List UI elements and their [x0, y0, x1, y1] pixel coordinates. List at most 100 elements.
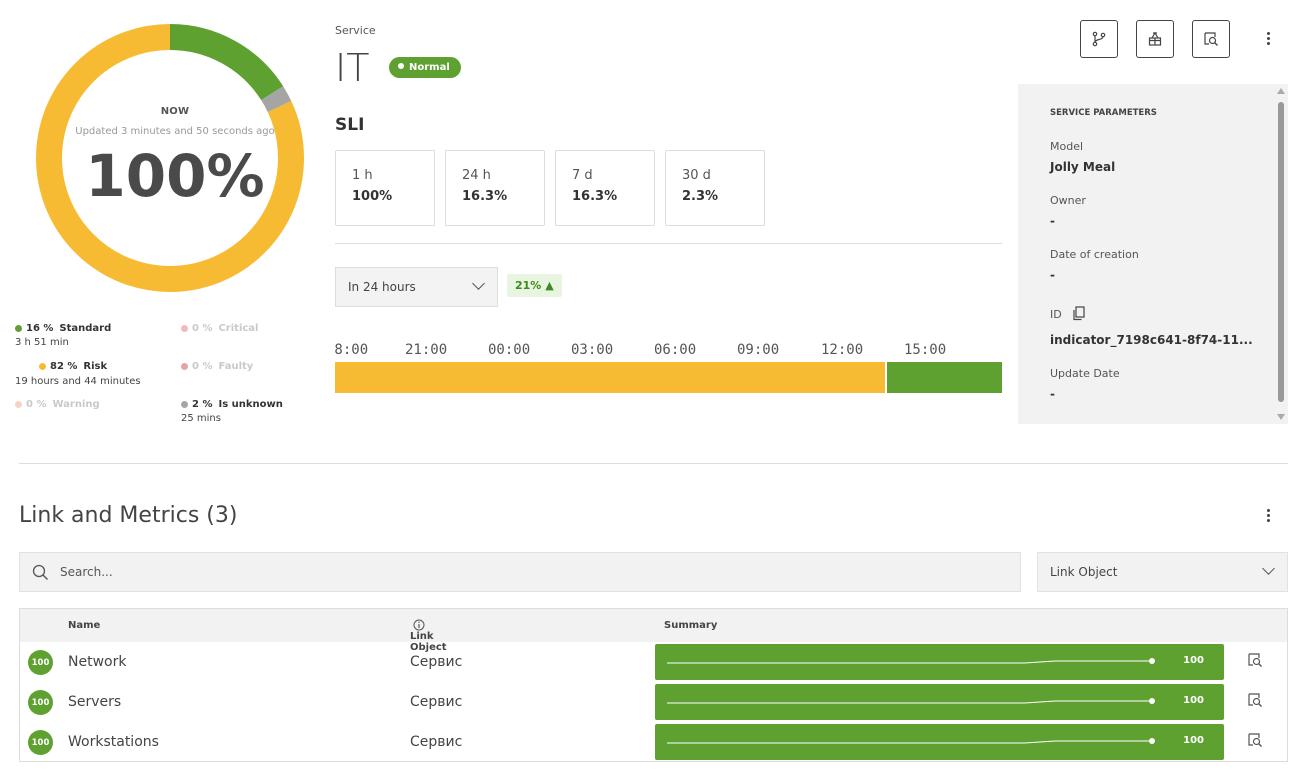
link-object-select-value: Link Object — [1050, 565, 1118, 579]
sparkline — [667, 698, 1155, 704]
donut-now-label: NOW — [160, 106, 190, 117]
legend-label: Faulty — [218, 361, 254, 372]
score-badge: 100 — [28, 690, 53, 715]
time-tick: 12:00 — [821, 342, 864, 358]
timeline-segment-risk — [335, 362, 885, 393]
legend-duration: 25 mins — [181, 413, 221, 424]
sli-card-24h: 24 h 16.3% — [445, 150, 545, 226]
status-badge: Normal — [389, 57, 461, 78]
table-row[interactable]: 100 Workstations Сервис 100 — [20, 722, 1287, 762]
legend-critical: 0 % Critical — [181, 323, 264, 334]
sli-value: 16.3% — [572, 189, 618, 204]
service-parameters-panel: SERVICE PARAMETERS Model Jolly Meal Owne… — [1018, 84, 1288, 424]
section-divider — [19, 463, 1288, 464]
chevron-down-icon — [1262, 562, 1275, 575]
sli-period: 30 d — [682, 168, 711, 183]
sparkline — [667, 738, 1155, 744]
sli-period: 1 h — [352, 168, 373, 183]
owner-value: - — [1050, 214, 1055, 228]
legend-dot-icon — [181, 400, 188, 408]
inspect-icon — [1248, 653, 1262, 667]
column-name[interactable]: Name — [68, 620, 100, 631]
branch-icon — [1092, 31, 1106, 47]
row-name[interactable]: Workstations — [68, 734, 159, 750]
inspect-icon — [1248, 693, 1262, 707]
row-name[interactable]: Network — [68, 654, 126, 670]
more-icon — [1266, 32, 1270, 45]
sli-value: 16.3% — [462, 189, 508, 204]
time-tick: 18:00 — [335, 342, 369, 358]
score-badge: 100 — [28, 730, 53, 755]
sli-value: 100% — [352, 189, 393, 204]
search-placeholder: Search... — [60, 565, 113, 579]
package-icon — [1148, 31, 1162, 46]
summary-value: 100 — [1183, 695, 1204, 706]
sli-period: 24 h — [462, 168, 491, 183]
links-section-title: Link and Metrics (3) — [19, 503, 238, 528]
inspect-row-button[interactable] — [1247, 652, 1263, 672]
row-link-object: Сервис — [410, 654, 463, 670]
inspect-icon — [1248, 733, 1262, 747]
column-summary[interactable]: Summary — [664, 620, 717, 631]
inspect-row-button[interactable] — [1247, 732, 1263, 752]
model-value: Jolly Meal — [1050, 160, 1116, 174]
trend-badge: 21% ▲ — [507, 274, 562, 297]
row-name[interactable]: Servers — [68, 694, 121, 710]
package-button[interactable] — [1136, 20, 1174, 58]
sli-card-1h: 1 h 100% — [335, 150, 435, 226]
time-tick: 00:00 — [488, 342, 531, 358]
service-type-label: Service — [335, 24, 376, 37]
table-row[interactable]: 100 Servers Сервис 100 — [20, 682, 1287, 722]
time-tick: 21:00 — [405, 342, 448, 358]
row-link-object: Сервис — [410, 694, 463, 710]
id-value: indicator_7198c641-8f74-11... — [1050, 333, 1253, 347]
inspect-button[interactable] — [1192, 20, 1230, 58]
info-icon[interactable] — [413, 619, 425, 631]
chevron-down-icon — [472, 277, 485, 290]
link-object-select[interactable]: Link Object — [1037, 552, 1288, 592]
copy-button[interactable] — [1072, 306, 1086, 325]
branch-button[interactable] — [1080, 20, 1118, 58]
legend-pct: 82 % — [50, 361, 78, 372]
sli-card-7d: 7 d 16.3% — [555, 150, 655, 226]
legend-label: Critical — [218, 323, 259, 334]
scrollbar[interactable] — [1278, 102, 1284, 402]
column-link-object[interactable]: Link Object — [410, 619, 447, 653]
legend-warning: 0 % Warning — [15, 399, 106, 410]
links-table: Name Link Object Summary 100 Network Сер… — [19, 608, 1288, 762]
inspect-row-button[interactable] — [1247, 692, 1263, 712]
links-more-button[interactable] — [1266, 509, 1270, 522]
timeline-segment-standard — [884, 362, 1002, 393]
scroll-down-icon[interactable] — [1277, 414, 1285, 420]
search-input[interactable]: Search... — [19, 552, 1021, 592]
status-timeline-bar — [335, 362, 1002, 393]
update-value: - — [1050, 387, 1055, 401]
legend-pct: 0 % — [192, 361, 213, 372]
scroll-up-icon[interactable] — [1277, 88, 1285, 94]
summary-bar: 100 — [655, 724, 1224, 760]
service-title: IT — [335, 46, 370, 90]
legend-dot-icon — [15, 324, 22, 332]
copy-icon — [1073, 306, 1085, 321]
summary-value: 100 — [1183, 735, 1204, 746]
sparkline — [667, 658, 1155, 664]
created-value: - — [1050, 268, 1055, 282]
owner-label: Owner — [1050, 194, 1086, 207]
time-range-select[interactable]: In 24 hours — [335, 267, 498, 307]
legend-label: Warning — [52, 399, 100, 410]
trend-value: 21% — [515, 279, 542, 292]
status-badge-label: Normal — [409, 62, 450, 73]
legend-pct: 0 % — [192, 323, 213, 334]
update-label: Update Date — [1050, 367, 1120, 380]
legend-dot-icon — [181, 324, 188, 332]
sli-value: 2.3% — [682, 189, 719, 204]
legend-dot-icon — [15, 400, 22, 408]
sli-period: 7 d — [572, 168, 593, 183]
table-row[interactable]: 100 Network Сервис 100 — [20, 642, 1287, 682]
search-icon — [32, 564, 48, 580]
legend-pct: 2 % — [192, 399, 213, 410]
legend-label: Risk — [83, 361, 108, 372]
more-button[interactable] — [1266, 32, 1270, 45]
more-icon — [1266, 509, 1270, 522]
created-label: Date of creation — [1050, 248, 1139, 261]
